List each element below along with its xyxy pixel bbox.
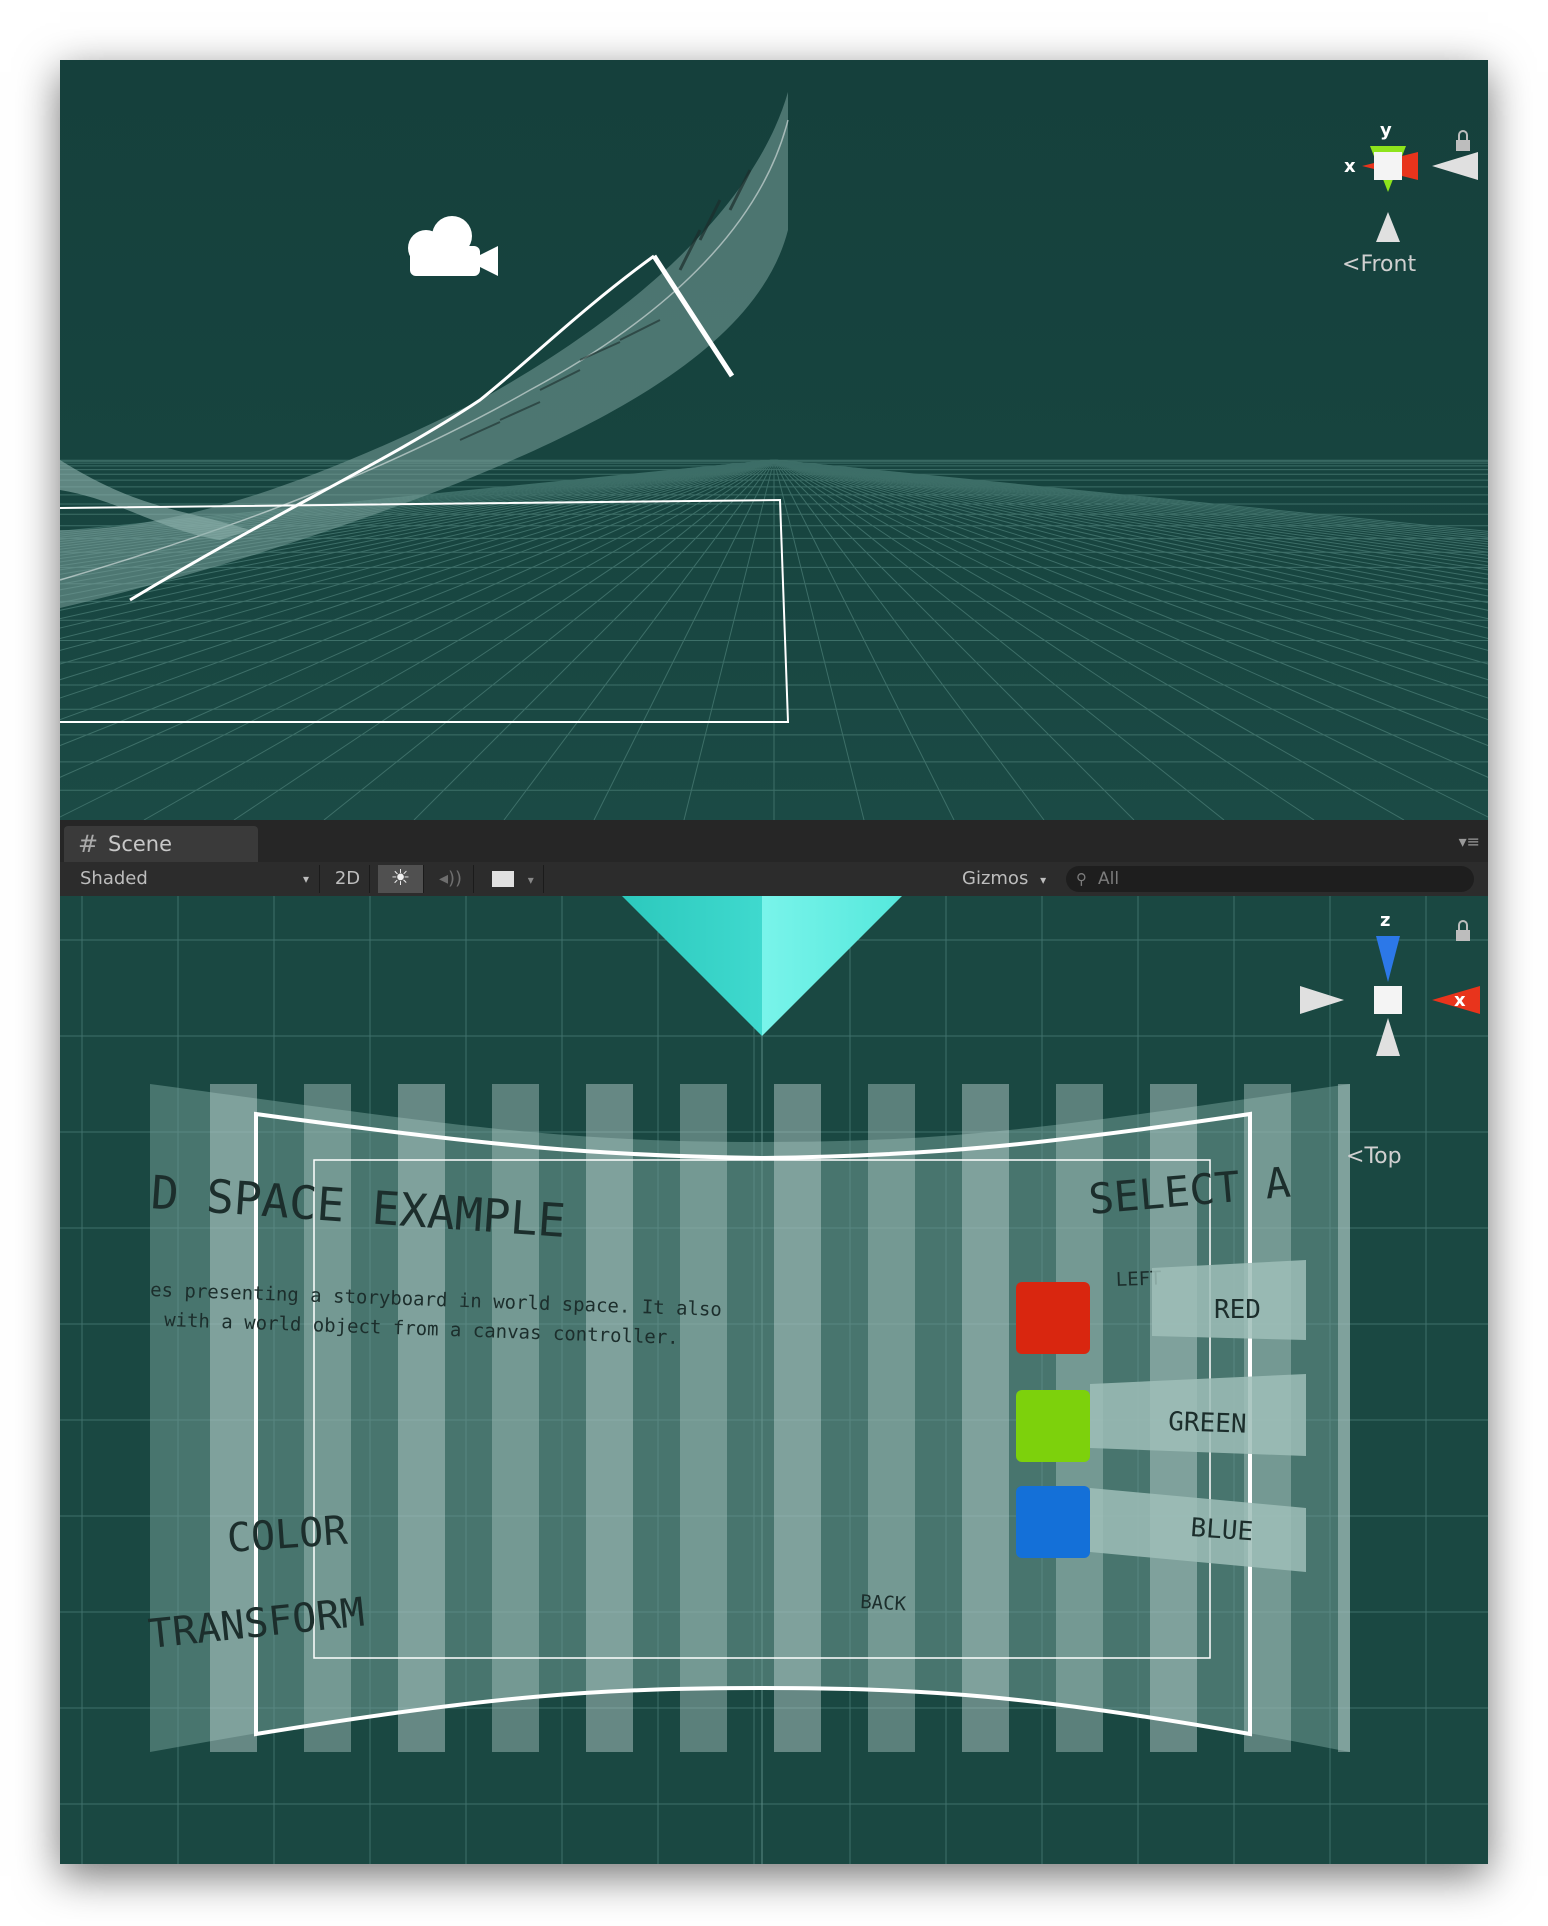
scene-tab-bar: # Scene ▾≡ [60,820,1488,862]
gizmo-y-label: y [1380,120,1392,141]
image-icon [492,871,514,887]
camera-frustum [622,896,902,1036]
color-swatch-blue [1016,1486,1090,1558]
speaker-icon: ◂)) [438,868,463,889]
green-button-label: GREEN [1168,1407,1247,1440]
audio-toggle-button[interactable]: ◂)) [428,865,474,893]
effects-dropdown[interactable]: ▾ [480,865,544,893]
red-button-label: RED [1214,1295,1261,1325]
top-view-canvas: D SPACE EXAMPLE es presenting a storyboa… [60,896,1488,1864]
shading-mode-dropdown[interactable]: Shaded ▾ [70,865,320,893]
orientation-text: Top [1364,1144,1402,1169]
search-icon: ⚲ [1076,870,1087,888]
dropdown-arrow-icon: ▾ [302,872,309,886]
blue-button-label: BLUE [1190,1513,1255,1547]
orientation-label-front[interactable]: <Front [1342,252,1416,277]
hierarchy-search-input[interactable]: ⚲ All [1066,866,1474,892]
scene-window: y x <Front # Scene ▾≡ Shaded ▾ 2D ☀ ◂)) … [60,60,1488,1864]
tab-scene-label: Scene [108,832,173,856]
lighting-toggle-button[interactable]: ☀ [378,865,424,893]
dropdown-arrow-icon: ▾ [1040,873,1047,887]
panel-menu-icon[interactable]: ▾≡ [1459,832,1480,851]
gizmo-z-label: z [1380,910,1390,931]
scene-viewport-top[interactable]: D SPACE EXAMPLE es presenting a storyboa… [60,896,1488,1864]
color-swatch-red [1016,1282,1090,1354]
orientation-text: Front [1360,252,1417,277]
sun-icon: ☀ [390,866,411,891]
scene-toolbar: Shaded ▾ 2D ☀ ◂)) ▾ Gizmos ▾ ⚲ All [60,862,1488,897]
color-heading-text[interactable]: COLOR [225,1508,349,1562]
search-placeholder: All [1098,869,1120,889]
gizmos-label: Gizmos [962,868,1029,889]
orientation-gizmo-top[interactable]: z x [1300,910,1480,1056]
tab-scene[interactable]: # Scene [64,826,258,862]
back-arrow-icon: < [1346,1144,1365,1169]
front-view-canvas: y x [60,60,1488,820]
toggle-2d-label: 2D [334,868,361,889]
hash-icon: # [78,830,99,858]
lock-icon[interactable] [1456,920,1470,941]
toggle-2d-button[interactable]: 2D [326,865,370,893]
gizmo-x-label: x [1344,156,1356,177]
gizmo-x-label: x [1454,990,1466,1011]
orientation-label-top[interactable]: <Top [1346,1144,1402,1169]
back-arrow-icon: < [1342,252,1361,277]
dropdown-arrow-icon: ▾ [527,873,534,887]
color-swatch-green [1016,1390,1090,1462]
back-button-text[interactable]: BACK [860,1591,907,1615]
shading-mode-value: Shaded [80,868,148,889]
curved-canvas-front[interactable]: D SPACE EXAMPLE es presenting a storyboa… [146,1084,1385,1752]
scene-viewport-front[interactable]: y x <Front [60,60,1488,820]
gizmos-dropdown[interactable]: Gizmos ▾ [952,865,1056,893]
